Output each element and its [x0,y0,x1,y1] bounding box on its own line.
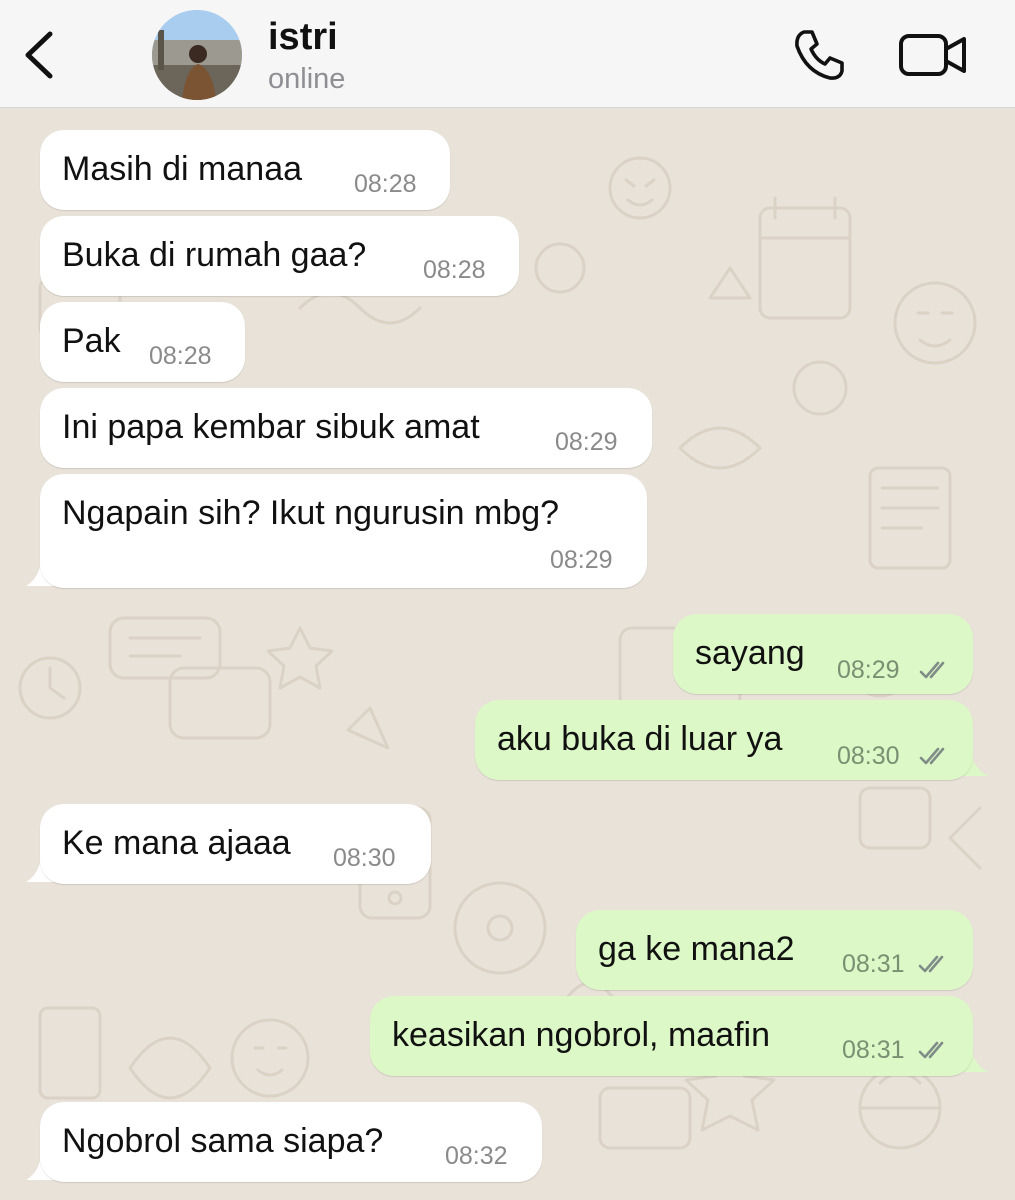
message-text: keasikan ngobrol, maafin [392,1016,771,1054]
avatar-photo [152,10,242,100]
chevron-left-icon [25,31,53,79]
message-bubble-outgoing[interactable]: keasikan ngobrol, maafin 08:31 [370,996,973,1076]
message-time: 08:28 [149,342,212,370]
message-time: 08:30 [837,742,900,770]
message-time: 08:28 [423,256,486,284]
message-text: Ngapain sih? Ikut ngurusin mbg? [62,494,560,532]
video-camera-icon [899,34,966,76]
message-text: Pak [62,322,121,360]
message-bubble-incoming[interactable]: Buka di rumah gaa? 08:28 [40,216,519,296]
contact-status: online [268,63,346,95]
call-button[interactable] [790,26,848,84]
message-time: 08:31 [842,950,905,978]
message-time: 08:30 [333,844,396,872]
message-text: sayang [695,634,805,672]
message-bubble-incoming[interactable]: Masih di manaa 08:28 [40,130,450,210]
message-text: Masih di manaa [62,150,303,188]
message-bubble-outgoing[interactable]: aku buka di luar ya 08:30 [475,700,973,780]
message-bubble-incoming[interactable]: Pak 08:28 [40,302,245,382]
video-call-button[interactable] [898,32,968,78]
message-text: Ngobrol sama siapa? [62,1122,384,1160]
message-bubble-incoming[interactable]: Ini papa kembar sibuk amat 08:29 [40,388,652,468]
message-bubble-outgoing[interactable]: ga ke mana2 08:31 [576,910,973,990]
message-bubble-incoming[interactable]: Ngobrol sama siapa? 08:32 [40,1102,542,1182]
back-button[interactable] [18,28,62,82]
message-text: Buka di rumah gaa? [62,236,367,274]
message-time: 08:31 [842,1036,905,1064]
message-time: 08:29 [837,656,900,684]
message-bubble-outgoing[interactable]: sayang 08:29 [673,614,973,694]
message-time: 08:29 [550,546,613,574]
message-text: Ke mana ajaaa [62,824,291,862]
message-time: 08:28 [354,170,417,198]
phone-icon [795,30,844,80]
message-text: ga ke mana2 [598,930,795,968]
double-check-read-icon [918,955,944,973]
double-check-read-icon [919,661,945,679]
chat-header: istri online [0,0,1015,108]
double-check-read-icon [919,747,945,765]
contact-name[interactable]: istri [268,16,338,59]
message-time: 08:32 [445,1142,508,1170]
message-time: 08:29 [555,428,618,456]
message-text: aku buka di luar ya [497,720,783,758]
avatar[interactable] [152,10,242,100]
double-check-read-icon [918,1041,944,1059]
chat-area[interactable]: Masih di manaa 08:28 Buka di rumah gaa? … [0,108,1015,1200]
message-bubble-incoming[interactable]: Ke mana ajaaa 08:30 [40,804,431,884]
message-bubble-incoming[interactable]: Ngapain sih? Ikut ngurusin mbg? 08:29 [40,474,647,588]
message-text: Ini papa kembar sibuk amat [62,408,480,446]
